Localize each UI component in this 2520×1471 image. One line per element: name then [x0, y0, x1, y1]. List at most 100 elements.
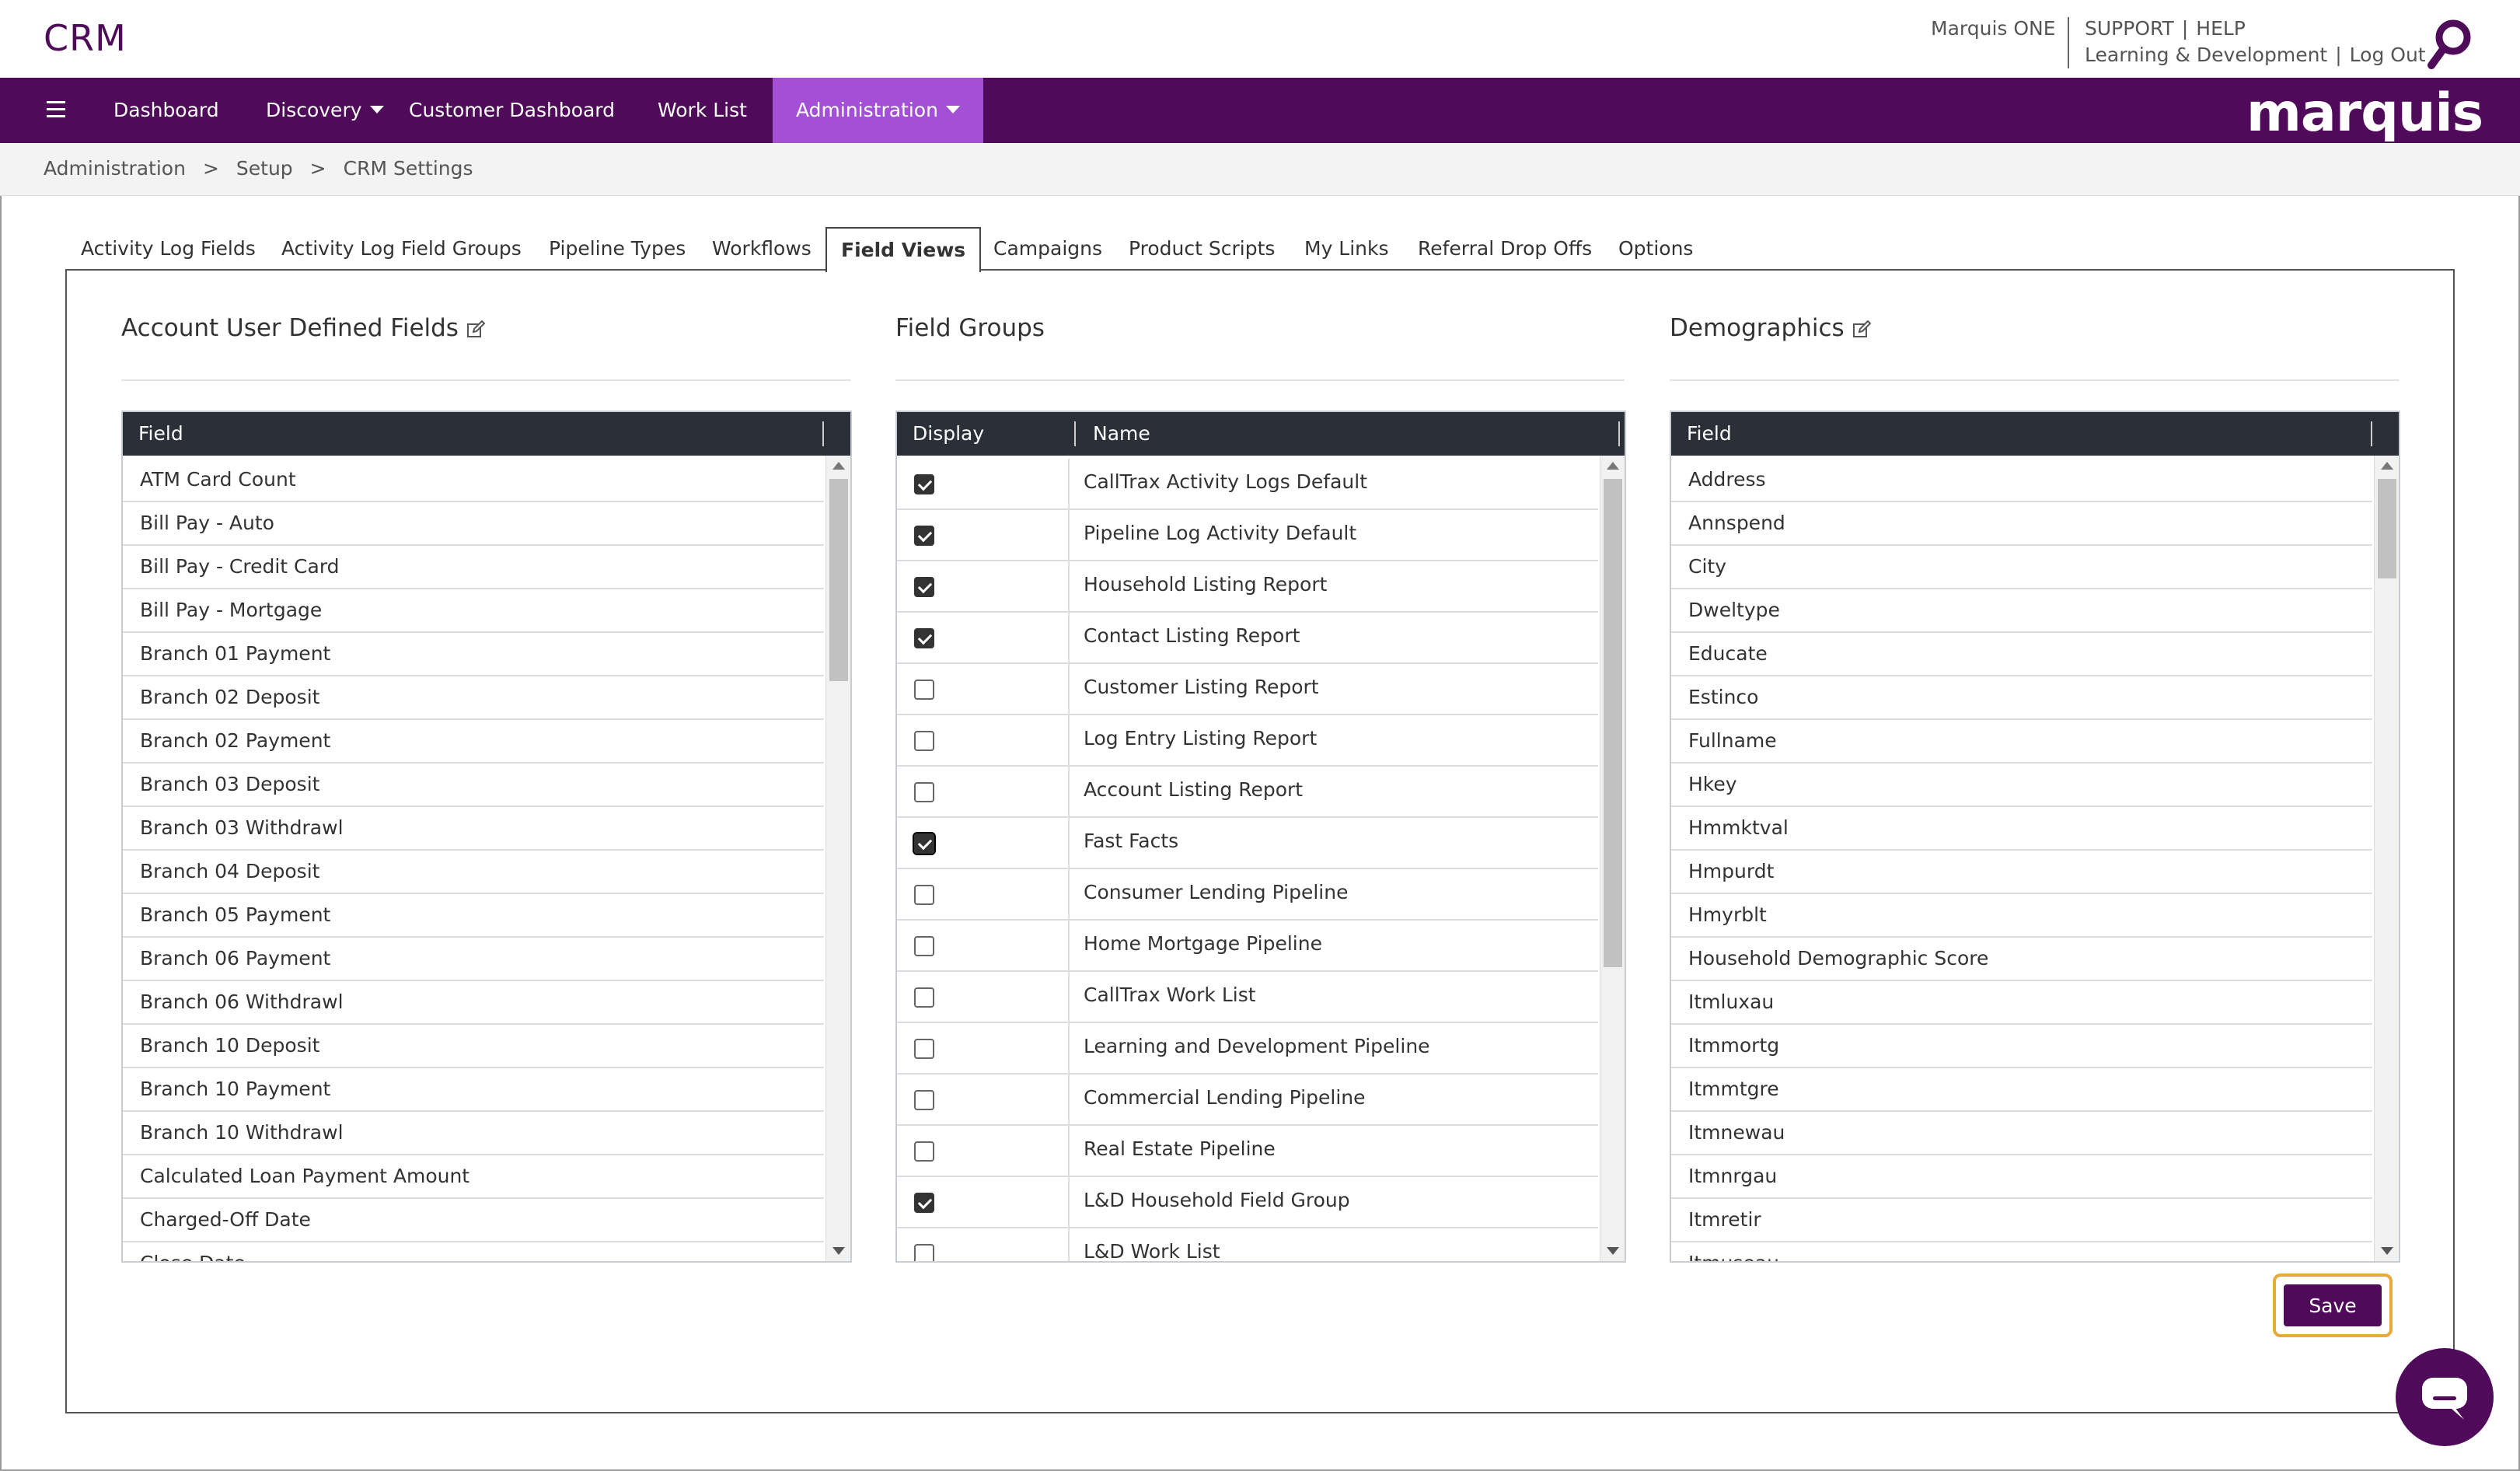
- display-checkbox[interactable]: [914, 1244, 934, 1261]
- account-fields-scrollbar[interactable]: [825, 456, 850, 1261]
- logout-link[interactable]: Log Out: [2350, 44, 2426, 66]
- nav-work-list[interactable]: Work List: [658, 78, 747, 143]
- nav-administration[interactable]: Administration: [773, 78, 983, 143]
- tab-product-scripts[interactable]: Product Scripts: [1129, 227, 1275, 271]
- column-header-display[interactable]: Display: [897, 412, 984, 456]
- save-button[interactable]: Save: [2284, 1284, 2382, 1326]
- list-item[interactable]: Branch 02 Deposit: [123, 676, 824, 720]
- list-item[interactable]: Branch 06 Withdrawl: [123, 981, 824, 1025]
- list-item[interactable]: Branch 03 Deposit: [123, 763, 824, 807]
- breadcrumb-administration[interactable]: Administration: [44, 157, 186, 180]
- tab-referral-drop-offs[interactable]: Referral Drop Offs: [1418, 227, 1592, 271]
- edit-icon[interactable]: [1852, 320, 1871, 339]
- list-item[interactable]: Branch 06 Payment: [123, 938, 824, 981]
- edit-icon[interactable]: [466, 320, 485, 339]
- list-item[interactable]: Itmmortg: [1671, 1025, 2372, 1068]
- list-item[interactable]: Bill Pay - Mortgage: [123, 589, 824, 633]
- list-item[interactable]: Itmnewau: [1671, 1112, 2372, 1155]
- list-item[interactable]: Branch 03 Withdrawl: [123, 807, 824, 851]
- nav-dashboard[interactable]: Dashboard: [113, 78, 219, 143]
- display-checkbox[interactable]: [913, 832, 936, 855]
- list-item[interactable]: Bill Pay - Auto: [123, 502, 824, 546]
- list-item[interactable]: Close Date: [123, 1242, 824, 1261]
- chat-launcher[interactable]: [2396, 1348, 2494, 1446]
- list-item[interactable]: Branch 10 Withdrawl: [123, 1112, 824, 1155]
- tab-my-links[interactable]: My Links: [1304, 227, 1389, 271]
- list-item[interactable]: Branch 01 Payment: [123, 633, 824, 676]
- list-item[interactable]: ATM Card Count: [123, 459, 824, 502]
- list-item[interactable]: Charged-Off Date: [123, 1199, 824, 1242]
- tab-field-views[interactable]: Field Views: [825, 227, 982, 272]
- scroll-down-icon[interactable]: [1607, 1247, 1619, 1255]
- hamburger-icon[interactable]: [47, 101, 65, 120]
- list-item[interactable]: Calculated Loan Payment Amount: [123, 1155, 824, 1199]
- list-item[interactable]: Branch 02 Payment: [123, 720, 824, 763]
- list-item[interactable]: Household Demographic Score: [1671, 938, 2372, 981]
- list-item[interactable]: Bill Pay - Credit Card: [123, 546, 824, 589]
- tab-activity-log-fields[interactable]: Activity Log Fields: [81, 227, 256, 271]
- scroll-thumb[interactable]: [1604, 479, 1622, 967]
- tab-campaigns[interactable]: Campaigns: [993, 227, 1102, 271]
- list-item[interactable]: Branch 10 Payment: [123, 1068, 824, 1112]
- tab-options[interactable]: Options: [1618, 227, 1693, 271]
- list-item[interactable]: Annspend: [1671, 502, 2372, 546]
- list-item[interactable]: Educate: [1671, 633, 2372, 676]
- nav-administration-label: Administration: [796, 99, 938, 121]
- display-checkbox[interactable]: [914, 628, 934, 648]
- list-item[interactable]: Hkey: [1671, 763, 2372, 807]
- column-header-name[interactable]: Name: [1077, 412, 1150, 456]
- scroll-up-icon[interactable]: [1607, 462, 1619, 470]
- breadcrumb-setup[interactable]: Setup: [236, 157, 293, 180]
- search-icon[interactable]: [2424, 17, 2475, 73]
- marquis-one-link[interactable]: Marquis ONE: [1931, 17, 2056, 40]
- display-checkbox[interactable]: [914, 577, 934, 597]
- support-link[interactable]: SUPPORT: [2085, 17, 2174, 40]
- field-groups-scrollbar[interactable]: [1600, 456, 1625, 1261]
- help-link[interactable]: HELP: [2196, 17, 2246, 40]
- tab-pipeline-types[interactable]: Pipeline Types: [549, 227, 686, 271]
- display-checkbox[interactable]: [914, 1141, 934, 1162]
- list-item[interactable]: Fullname: [1671, 720, 2372, 763]
- column-header-field[interactable]: Field: [1671, 412, 1732, 456]
- list-item[interactable]: Itmluxau: [1671, 981, 2372, 1025]
- list-item[interactable]: Estinco: [1671, 676, 2372, 720]
- display-checkbox[interactable]: [914, 474, 934, 494]
- list-item[interactable]: Branch 05 Payment: [123, 894, 824, 938]
- list-item[interactable]: Itmmtgre: [1671, 1068, 2372, 1112]
- display-checkbox[interactable]: [914, 885, 934, 905]
- display-checkbox[interactable]: [914, 1193, 934, 1213]
- display-checkbox[interactable]: [914, 936, 934, 956]
- list-item[interactable]: City: [1671, 546, 2372, 589]
- demographics-scrollbar[interactable]: [2374, 456, 2399, 1261]
- list-item[interactable]: Dweltype: [1671, 589, 2372, 633]
- list-item[interactable]: Branch 10 Deposit: [123, 1025, 824, 1068]
- display-checkbox[interactable]: [914, 1090, 934, 1110]
- list-item[interactable]: Itmretir: [1671, 1199, 2372, 1242]
- learning-development-link[interactable]: Learning & Development: [2085, 44, 2327, 66]
- nav-customer-dashboard[interactable]: Customer Dashboard: [409, 78, 615, 143]
- tab-activity-log-field-groups[interactable]: Activity Log Field Groups: [281, 227, 522, 271]
- nav-discovery[interactable]: Discovery: [266, 78, 384, 143]
- display-checkbox[interactable]: [914, 1039, 934, 1059]
- list-item[interactable]: Itmuseau: [1671, 1242, 2372, 1261]
- display-checkbox[interactable]: [914, 782, 934, 802]
- list-item[interactable]: Hmpurdt: [1671, 851, 2372, 894]
- scroll-thumb[interactable]: [829, 479, 848, 681]
- display-checkbox[interactable]: [914, 526, 934, 546]
- list-item[interactable]: Branch 04 Deposit: [123, 851, 824, 894]
- list-item[interactable]: Itmnrgau: [1671, 1155, 2372, 1199]
- display-checkbox[interactable]: [914, 680, 934, 700]
- scroll-up-icon[interactable]: [2381, 462, 2393, 470]
- scroll-down-icon[interactable]: [2381, 1247, 2393, 1255]
- list-item[interactable]: Address: [1671, 459, 2372, 502]
- column-header-field[interactable]: Field: [123, 412, 183, 456]
- scroll-thumb[interactable]: [2378, 479, 2396, 578]
- scroll-down-icon[interactable]: [832, 1247, 845, 1255]
- list-item[interactable]: Hmyrblt: [1671, 894, 2372, 938]
- scroll-up-icon[interactable]: [832, 462, 845, 470]
- display-checkbox[interactable]: [914, 731, 934, 751]
- list-item-label: Hkey: [1688, 773, 1737, 795]
- list-item[interactable]: Hmmktval: [1671, 807, 2372, 851]
- tab-workflows[interactable]: Workflows: [712, 227, 811, 271]
- display-checkbox[interactable]: [914, 987, 934, 1008]
